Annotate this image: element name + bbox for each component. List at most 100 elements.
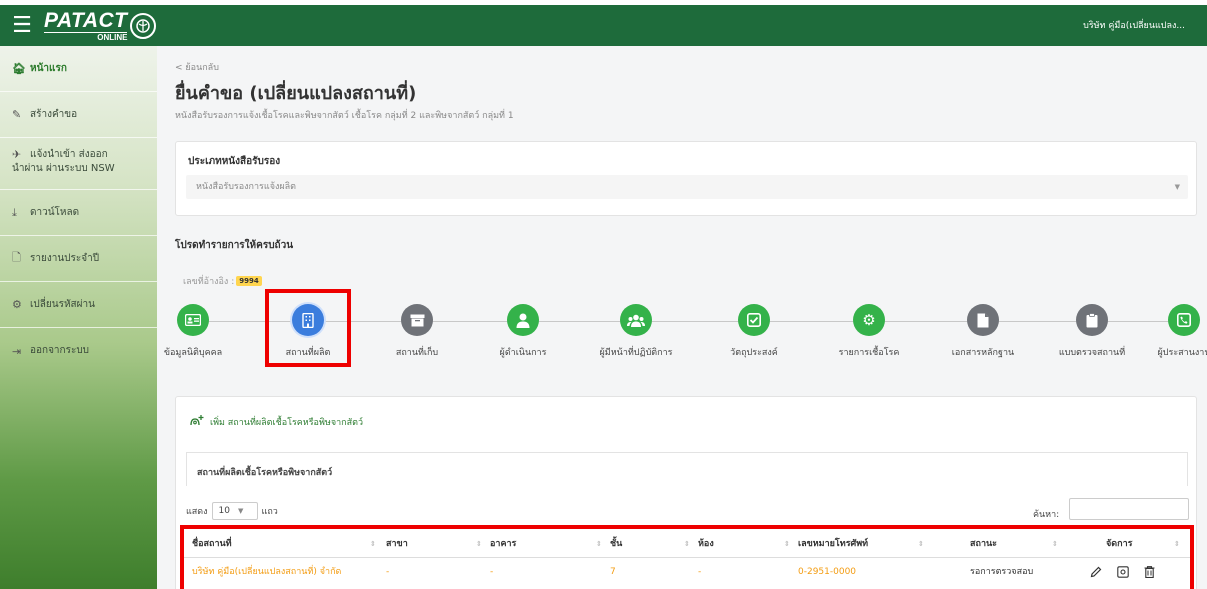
add-production-site-button[interactable]: เพิ่ม สถานที่ผลิตเชื้อโรคหรือพิษจากสัตว์: [190, 414, 363, 429]
id-card-icon: [177, 304, 209, 336]
column-header-actions: จัดการ: [1106, 539, 1133, 549]
cell-building: -: [490, 567, 494, 577]
phone-icon: [1168, 304, 1200, 336]
table-row: บริษัท คู่มือ(เปลี่ยนแปลงสถานที่) จำกัด …: [184, 559, 1190, 586]
cert-type-select[interactable]: หนังสือรับรองการแจ้งผลิต ▼: [186, 175, 1188, 199]
sidebar-item-create-request[interactable]: ✎ สร้างคำขอ: [0, 92, 157, 138]
clipboard-icon: [1076, 304, 1108, 336]
sidebar-item-home[interactable]: 🏠︎ หน้าแรก: [0, 46, 157, 92]
page-length-value: 10: [218, 506, 230, 516]
back-link[interactable]: < ย้อนกลับ: [175, 60, 219, 74]
archive-icon: [401, 304, 433, 336]
cert-type-label: ประเภทหนังสือรับรอง: [188, 156, 281, 167]
gears-icon: ⚙: [853, 304, 885, 336]
cell-status: รอการตรวจสอบ: [970, 567, 1034, 577]
edit-icon[interactable]: [1090, 566, 1102, 581]
sort-icon[interactable]: ⇕: [596, 531, 602, 558]
sidebar-item-label: รายงานประจำปี: [30, 252, 100, 264]
step-storage-site[interactable]: สถานที่เก็บ: [357, 304, 477, 359]
column-header-room[interactable]: ห้อง: [698, 531, 714, 558]
chevron-down-icon: ▼: [238, 507, 244, 515]
step-label: เอกสารหลักฐาน: [951, 348, 1015, 358]
cell-branch: -: [386, 567, 390, 577]
step-label: รายการเชื้อโรค: [838, 348, 900, 358]
file-icon: 🗋: [12, 251, 21, 264]
sidebar-item-label: สร้างคำขอ: [30, 108, 78, 120]
reference-badge: 9994: [236, 276, 262, 286]
reference-label: เลขที่อ้างอิง :: [183, 277, 235, 287]
cert-type-card: ประเภทหนังสือรับรอง หนังสือรับรองการแจ้ง…: [175, 141, 1197, 216]
sidebar-item-label: แจ้งนำเข้า ส่งออก นำผ่าน ผ่านระบบ NSW: [12, 148, 115, 175]
sidebar-item-import-export-nsw[interactable]: ✈ แจ้งนำเข้า ส่งออก นำผ่าน ผ่านระบบ NSW: [0, 138, 157, 190]
view-icon[interactable]: [1117, 566, 1129, 581]
add-location-icon: [190, 414, 204, 429]
sidebar-item-annual-report[interactable]: 🗋 รายงานประจำปี: [0, 236, 157, 282]
table-title: สถานที่ผลิตเชื้อโรคหรือพิษจากสัตว์: [197, 468, 333, 478]
pencil-icon: ✎: [12, 108, 22, 121]
sidebar-item-label: ออกจากระบบ: [30, 345, 90, 357]
column-header-floor[interactable]: ชั้น: [610, 531, 622, 558]
production-site-card: เพิ่ม สถานที่ผลิตเชื้อโรคหรือพิษจากสัตว์…: [175, 396, 1197, 589]
fill-notice: โปรดทำรายการให้ครบถ้วน: [175, 240, 294, 251]
add-production-site-label: เพิ่ม สถานที่ผลิตเชื้อโรคหรือพิษจากสัตว์: [210, 417, 363, 428]
highlight-box-step: [265, 289, 351, 367]
sort-icon[interactable]: ⇕: [476, 531, 482, 558]
cert-type-value: หนังสือรับรองการแจ้งผลิต: [196, 182, 296, 192]
step-operation-staff[interactable]: ผู้มีหน้าที่ปฏิบัติการ: [576, 304, 696, 359]
logo[interactable]: PATACT ONLINE: [44, 8, 157, 42]
user-menu[interactable]: บริษัท คู่มือ(เปลี่ยนแปลง...: [1083, 18, 1185, 32]
sidebar-item-label: ดาวน์โหลด: [30, 206, 80, 218]
logout-icon: ⇥: [12, 344, 22, 358]
user-icon: [507, 304, 539, 336]
sidebar-item-label-line1: แจ้งนำเข้า ส่งออก: [30, 149, 108, 160]
column-header-branch[interactable]: สาขา: [386, 531, 408, 558]
cell-room: -: [698, 567, 702, 577]
home-icon: 🏠︎: [12, 62, 26, 75]
sort-icon[interactable]: ⇕: [370, 531, 376, 558]
delete-icon[interactable]: [1144, 566, 1155, 581]
step-coordinator[interactable]: ผู้ประสานงาน: [1124, 304, 1207, 359]
column-header-status[interactable]: สถานะ: [970, 531, 997, 558]
show-label: แสดง: [186, 507, 208, 517]
sort-icon[interactable]: ⇕: [684, 531, 690, 558]
check-square-icon: [738, 304, 770, 336]
users-icon: [620, 304, 652, 336]
top-bar: ☰ PATACT ONLINE บริษัท คู่มือ(เปลี่ยนแปล…: [0, 0, 1207, 46]
cell-site-name[interactable]: บริษัท คู่มือ(เปลี่ยนแปลงสถานที่) จำกัด: [192, 559, 341, 586]
step-label: ผู้ดำเนินการ: [499, 348, 547, 358]
sort-icon[interactable]: ⇕: [918, 531, 924, 558]
sidebar-item-download[interactable]: ⤓ ดาวน์โหลด: [0, 190, 157, 236]
table-header-row: ชื่อสถานที่ ⇕ สาขา ⇕ อาคาร ⇕ ชั้น ⇕ ห้อง…: [184, 531, 1190, 558]
step-label: ผู้มีหน้าที่ปฏิบัติการ: [599, 348, 673, 358]
step-pathogen-list[interactable]: ⚙ รายการเชื้อโรค: [809, 304, 929, 359]
search-input[interactable]: [1069, 498, 1189, 520]
cell-floor: 7: [610, 567, 616, 577]
table-panel-header: สถานที่ผลิตเชื้อโรคหรือพิษจากสัตว์: [186, 452, 1188, 486]
sidebar-item-label: เปลี่ยนรหัสผ่าน: [30, 298, 95, 310]
column-header-phone[interactable]: เลขหมายโทรศัพท์: [798, 531, 868, 558]
sort-icon[interactable]: ⇕: [1052, 531, 1058, 558]
step-evidence-documents[interactable]: เอกสารหลักฐาน: [923, 304, 1043, 359]
sidebar-item-label-line2: นำผ่าน ผ่านระบบ NSW: [12, 162, 115, 174]
step-operator[interactable]: ผู้ดำเนินการ: [463, 304, 583, 359]
step-label: แบบตรวจสถานที่: [1058, 348, 1126, 358]
step-label: ผู้ประสานงาน: [1157, 348, 1207, 358]
page-title: ยื่นคำขอ (เปลี่ยนแปลงสถานที่): [175, 83, 417, 104]
step-juristic-info[interactable]: ข้อมูลนิติบุคคล: [133, 304, 253, 359]
production-site-table: ชื่อสถานที่ ⇕ สาขา ⇕ อาคาร ⇕ ชั้น ⇕ ห้อง…: [180, 525, 1194, 589]
menu-toggle-icon[interactable]: ☰: [2, 6, 42, 46]
sort-icon[interactable]: ⇕: [784, 531, 790, 558]
step-objective[interactable]: วัตถุประสงค์: [694, 304, 814, 359]
download-icon: ⤓: [12, 205, 17, 219]
main-content: < ย้อนกลับ ยื่นคำขอ (เปลี่ยนแปลงสถานที่)…: [157, 46, 1207, 589]
page-subtitle: หนังสือรับรองการแจ้งเชื้อโรคและพิษจากสัต…: [175, 111, 514, 121]
seal-icon: [130, 12, 157, 39]
cell-phone: 0-2951-0000: [798, 567, 857, 577]
page-length-select[interactable]: 10 ▼: [211, 502, 258, 520]
chevron-down-icon: ▼: [1174, 183, 1180, 191]
sort-icon[interactable]: ⇕: [1174, 531, 1180, 558]
search-label: ค้นหา:: [1033, 510, 1060, 520]
logo-text: PATACT: [44, 8, 128, 32]
column-header-site-name[interactable]: ชื่อสถานที่: [192, 531, 232, 558]
column-header-building[interactable]: อาคาร: [490, 531, 516, 558]
